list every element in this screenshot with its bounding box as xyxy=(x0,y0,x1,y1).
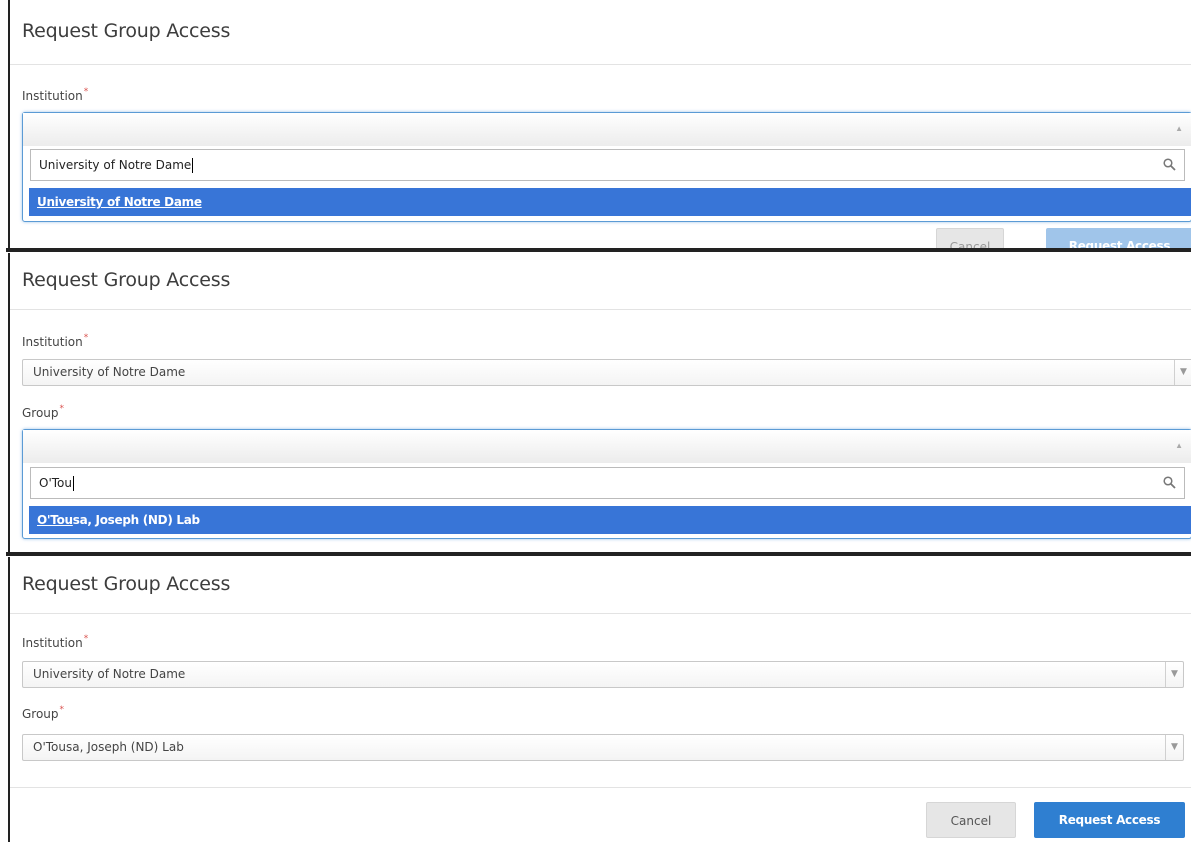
chevron-up-icon: ▲ xyxy=(1175,441,1183,450)
cancel-button[interactable]: Cancel xyxy=(936,228,1004,248)
required-marker: * xyxy=(83,634,89,644)
group-select[interactable]: O'Tousa, Joseph (ND) Lab ▼ xyxy=(22,734,1184,761)
institution-option-text: University of Notre Dame xyxy=(37,195,202,209)
text-cursor xyxy=(192,158,194,173)
request-access-panel-1: Request Group Access Institution* Cancel… xyxy=(8,0,1191,248)
header-divider xyxy=(10,64,1191,65)
chevron-down-icon: ▼ xyxy=(1165,662,1183,687)
search-icon xyxy=(1163,158,1176,171)
page-title: Request Group Access xyxy=(22,20,231,42)
chevron-down-icon: ▼ xyxy=(1165,735,1183,760)
panel-separator xyxy=(6,248,1191,252)
group-option-match-text: O'Tou xyxy=(37,513,73,527)
institution-label-text: Institution xyxy=(22,335,83,349)
institution-dropdown-header[interactable]: ▲ xyxy=(23,113,1191,146)
group-label-text: Group xyxy=(22,707,59,721)
institution-select-value: University of Notre Dame xyxy=(33,365,186,379)
institution-search-text: University of Notre Dame xyxy=(39,158,192,172)
group-dropdown[interactable]: ▲ O'Tou O'Tousa, Joseph (ND) Lab xyxy=(22,429,1191,539)
page-title: Request Group Access xyxy=(22,269,231,291)
header-divider xyxy=(10,309,1191,310)
institution-dropdown[interactable]: ▲ University of Notre Dame University of… xyxy=(22,112,1191,222)
required-marker: * xyxy=(83,87,89,97)
required-marker: * xyxy=(83,333,89,343)
group-option[interactable]: O'Tousa, Joseph (ND) Lab xyxy=(29,506,1191,534)
group-dropdown-header[interactable]: ▲ xyxy=(23,430,1191,463)
institution-label: Institution* xyxy=(22,634,89,650)
group-select-value: O'Tousa, Joseph (ND) Lab xyxy=(33,740,184,754)
institution-label: Institution* xyxy=(22,87,89,103)
chevron-up-icon: ▲ xyxy=(1175,124,1183,133)
request-access-panel-2: Request Group Access Institution* Univer… xyxy=(8,253,1191,552)
request-access-button[interactable]: Request Access xyxy=(1034,802,1185,838)
institution-search-input[interactable]: University of Notre Dame xyxy=(30,149,1185,181)
request-access-panel-3: Request Group Access Institution* Univer… xyxy=(8,557,1191,842)
institution-select-value: University of Notre Dame xyxy=(33,667,186,681)
request-access-button[interactable]: Request Access xyxy=(1046,228,1191,248)
header-divider xyxy=(10,613,1191,614)
cancel-button[interactable]: Cancel xyxy=(926,802,1016,838)
institution-select[interactable]: University of Notre Dame ▼ xyxy=(22,359,1191,386)
group-search-text: O'Tou xyxy=(39,476,72,490)
panel-separator xyxy=(6,552,1191,556)
group-label: Group* xyxy=(22,404,65,420)
page-title: Request Group Access xyxy=(22,573,231,595)
institution-label-text: Institution xyxy=(22,636,83,650)
required-marker: * xyxy=(59,705,65,715)
chevron-down-icon: ▼ xyxy=(1174,360,1191,385)
institution-select[interactable]: University of Notre Dame ▼ xyxy=(22,661,1184,688)
group-search-input[interactable]: O'Tou xyxy=(30,467,1185,499)
group-label-text: Group xyxy=(22,406,59,420)
search-icon xyxy=(1163,476,1176,489)
text-cursor xyxy=(72,476,74,491)
group-option-rest-text: sa, Joseph (ND) Lab xyxy=(72,513,200,527)
institution-option[interactable]: University of Notre Dame xyxy=(29,188,1191,216)
institution-label: Institution* xyxy=(22,333,89,349)
institution-label-text: Institution xyxy=(22,89,83,103)
required-marker: * xyxy=(59,404,65,414)
footer-divider xyxy=(10,787,1191,788)
group-label: Group* xyxy=(22,705,65,721)
